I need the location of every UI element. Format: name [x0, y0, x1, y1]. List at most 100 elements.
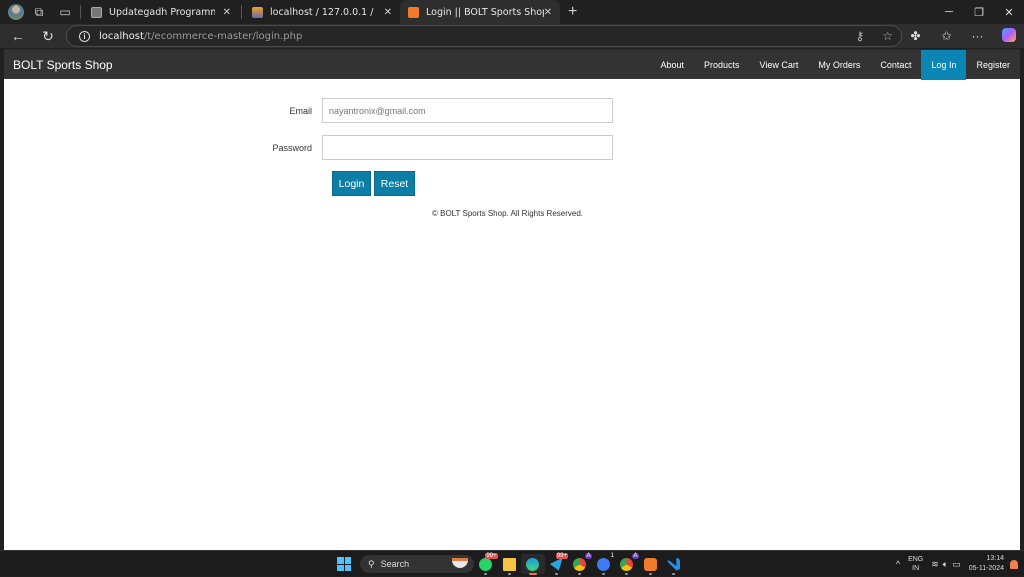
- language-indicator[interactable]: ENG IN: [908, 555, 923, 573]
- running-indicator: [507, 573, 511, 575]
- show-hidden-icons-chevron-icon[interactable]: ^: [896, 559, 900, 569]
- system-tray: ^ ENG IN ≋ 🔈︎ ▭ 13:14 05-11-2024: [896, 551, 1024, 577]
- workspaces-icon[interactable]: ⧉: [26, 0, 52, 24]
- address-toolbar: ← ↻ i localhost/t/ecommerce-master/login…: [0, 24, 1024, 48]
- site-brand[interactable]: BOLT Sports Shop: [13, 58, 113, 72]
- vscode-icon: [667, 557, 681, 571]
- search-highlight-icon: [452, 558, 468, 568]
- window-controls: ─ ❐ ✕: [934, 0, 1024, 24]
- email-label: Email: [289, 105, 312, 116]
- clock[interactable]: 13:14 05-11-2024: [969, 554, 1004, 574]
- url-text[interactable]: localhost/t/ecommerce-master/login.php: [99, 31, 302, 42]
- avatar[interactable]: [8, 4, 24, 20]
- nav-register[interactable]: Register: [966, 50, 1020, 80]
- tab-title: Login || BOLT Sports Shop: [426, 6, 544, 18]
- nav-contact[interactable]: Contact: [870, 50, 921, 80]
- running-indicator: [484, 573, 488, 575]
- clock-date: 05-11-2024: [968, 565, 1004, 572]
- taskbar-chrome-profile-2[interactable]: A: [615, 553, 639, 575]
- region-code: IN: [912, 565, 920, 572]
- taskbar-telegram[interactable]: 99+: [545, 553, 568, 575]
- folder-icon: [502, 557, 516, 571]
- close-tab-icon[interactable]: ✕: [544, 7, 552, 18]
- xampp-favicon-icon: [408, 6, 419, 18]
- browser-tab-strip: ⧉ ▭ Updategadh Programming - Upd ✕ local…: [0, 0, 1024, 24]
- taskbar-xampp[interactable]: [639, 554, 663, 575]
- url-host: localhost: [99, 30, 144, 42]
- url-path: /t/ecommerce-master/login.php: [143, 30, 303, 42]
- taskbar-chrome-profile[interactable]: A: [568, 553, 592, 575]
- search-icon: ⚲: [368, 558, 375, 569]
- telegram-icon: [549, 557, 563, 571]
- edge-icon: [526, 557, 540, 571]
- password-field[interactable]: [322, 135, 613, 160]
- extensions-icon[interactable]: ✤: [900, 29, 931, 43]
- start-button[interactable]: [337, 557, 351, 571]
- running-indicator: [601, 573, 605, 575]
- more-options-icon[interactable]: ···: [962, 29, 993, 43]
- tab-phpmyadmin[interactable]: localhost / 127.0.0.1 / bolt | phpM ✕: [244, 0, 400, 24]
- tab-actions-icon[interactable]: ▭: [52, 0, 78, 24]
- footer-copyright: © BOLT Sports Shop. All Rights Reserved.: [432, 209, 583, 218]
- close-window-button[interactable]: ✕: [994, 0, 1024, 24]
- login-button[interactable]: Login: [332, 171, 371, 196]
- close-tab-icon[interactable]: ✕: [384, 7, 392, 18]
- new-tab-button[interactable]: +: [568, 3, 577, 21]
- running-indicator: [648, 573, 652, 575]
- favorite-star-icon[interactable]: ☆: [882, 29, 893, 43]
- divider: [80, 5, 81, 19]
- volume-icon[interactable]: 🔈︎: [943, 559, 948, 570]
- language-code: ENG: [908, 556, 924, 563]
- running-indicator: [625, 573, 629, 575]
- taskbar-vscode[interactable]: [662, 554, 686, 575]
- divider: [241, 5, 242, 19]
- notification-bell-icon[interactable]: [1010, 559, 1018, 569]
- notification-badge: 99+: [485, 553, 498, 559]
- nav-my-orders[interactable]: My Orders: [808, 50, 870, 80]
- taskbar-app-moon[interactable]: 1: [592, 553, 616, 575]
- clock-time: 13:14: [986, 555, 1004, 562]
- tab-title: localhost / 127.0.0.1 / bolt | phpM: [270, 6, 376, 18]
- search-label: Search: [380, 559, 410, 569]
- taskbar-whatsapp[interactable]: 99+: [474, 553, 498, 575]
- tab-updategadh[interactable]: Updategadh Programming - Upd ✕: [83, 0, 239, 24]
- nav-products[interactable]: Products: [694, 50, 750, 80]
- nav-view-cart[interactable]: View Cart: [750, 50, 809, 80]
- page-viewport: BOLT Sports Shop About Products View Car…: [4, 49, 1020, 550]
- taskbar-apps: ⚲ Search 99+ 99+ A 1 A: [337, 553, 686, 575]
- battery-icon[interactable]: ▭: [952, 559, 961, 570]
- email-field[interactable]: nayantronix@gmail.com: [322, 98, 613, 123]
- tab-login-bolt[interactable]: Login || BOLT Sports Shop ✕: [400, 0, 560, 24]
- password-label: Password: [272, 142, 312, 153]
- restore-button[interactable]: ❐: [964, 0, 994, 24]
- copilot-icon[interactable]: [993, 27, 1024, 45]
- password-key-icon[interactable]: ⚷: [855, 29, 864, 43]
- taskbar: ⚲ Search 99+ 99+ A 1 A ^ ENG IN ≋ 🔈︎ ▭ 1…: [0, 550, 1024, 576]
- favorites-icon[interactable]: ✩: [931, 29, 962, 43]
- address-bar-actions: ⚷ ☆: [855, 29, 893, 43]
- address-bar[interactable]: i localhost/t/ecommerce-master/login.php…: [66, 25, 902, 47]
- running-indicator: [528, 573, 537, 575]
- taskbar-file-explorer[interactable]: [498, 554, 522, 575]
- site-nav-links: About Products View Cart My Orders Conta…: [650, 49, 1020, 80]
- running-indicator: [578, 573, 582, 575]
- running-indicator: [554, 573, 558, 575]
- browser-toolbar-right: ✤ ✩ ···: [900, 24, 1024, 48]
- taskbar-search[interactable]: ⚲ Search: [360, 555, 474, 573]
- site-info-icon[interactable]: i: [79, 30, 90, 42]
- close-tab-icon[interactable]: ✕: [223, 7, 231, 18]
- chrome-icon: [573, 557, 587, 571]
- xampp-icon: [643, 557, 657, 571]
- profile-avatar[interactable]: [0, 0, 26, 24]
- reset-button[interactable]: Reset: [374, 171, 415, 196]
- updategadh-favicon-icon: [91, 6, 102, 18]
- nav-about[interactable]: About: [650, 50, 694, 80]
- refresh-button[interactable]: ↻: [33, 28, 63, 45]
- minimize-button[interactable]: ─: [934, 0, 964, 24]
- taskbar-edge[interactable]: [521, 554, 545, 575]
- nav-log-in[interactable]: Log In: [921, 49, 967, 80]
- whatsapp-icon: [479, 557, 493, 571]
- back-button[interactable]: ←: [3, 28, 33, 44]
- phpmyadmin-favicon-icon: [252, 6, 263, 18]
- wifi-icon[interactable]: ≋: [931, 559, 939, 570]
